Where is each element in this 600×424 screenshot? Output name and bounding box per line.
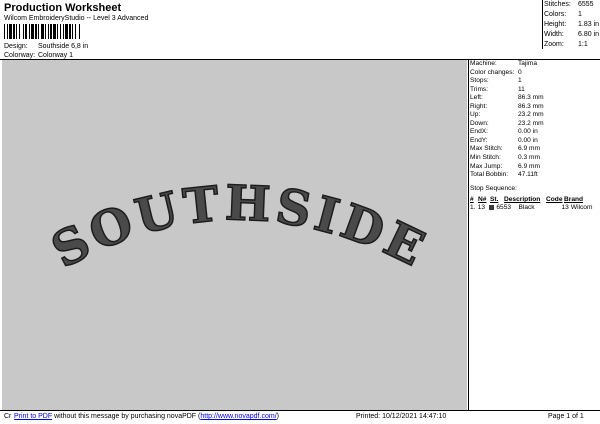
row-num: 1. [470,204,476,211]
param-value: 86.3 mm [518,102,544,110]
footer-suffix: ) [276,413,279,420]
design-label: Design: [4,43,28,50]
footer-divider [0,410,600,411]
col-header: # [470,196,474,203]
param-row: Total Bobbin: 47.11ft [470,171,598,180]
stat-value: 1.83 in [578,21,600,28]
footer: Cr Print to PDF without this message by … [0,412,600,424]
param-row: Left: 86.3 mm [470,94,598,103]
param-value: 47.11ft [518,171,538,179]
footer-prefix: Cr [4,413,12,420]
param-label: Max Stitch: [470,145,503,153]
stat-label: Stitches: [544,1,571,8]
stat-label: Colors: [544,11,567,18]
stop-sequence-header: # N# St. Description Code Brand [470,196,598,203]
param-row: Min Stitch: 0.3 mm [470,154,598,163]
param-label: Trims: [470,85,489,93]
stats-divider [542,0,543,49]
row-stitches: 6553 [496,204,512,211]
row-description: Black [518,204,535,211]
param-row: Max Stitch: 6.9 mm [470,145,598,154]
print-to-pdf-link[interactable]: Print to PDF [14,413,52,420]
param-label: Stops: [470,77,489,85]
params-panel: Machine: Tajima Color changes: 0 Stops: 1 Trim… [470,60,598,180]
stat-label: Height: [544,21,567,28]
param-row: Down: 23.2 mm [470,120,598,129]
param-label: Color changes: [470,68,515,76]
stat-row: Height: 1.83 in [544,20,599,30]
stats-panel: Stitches: 6555 Colors: 1 Height: 1.83 in Wi… [544,0,599,50]
param-label: Right: [470,102,488,110]
param-value: 6.9 mm [518,145,540,153]
footer-middle: without this message by purchasing novaP… [52,413,201,420]
col-header: Brand [564,196,584,203]
stat-value: 6.80 in [578,31,600,38]
row-brand: Wilcom [570,204,593,211]
param-row: EndX: 0.00 in [470,128,598,137]
stat-row: Stitches: 6555 [544,0,599,10]
stat-value: 6555 [578,1,594,8]
stat-label: Width: [544,31,564,38]
param-row: Color changes: 0 [470,69,598,78]
param-value: Tajima [518,60,538,67]
param-value: 0 [518,68,522,76]
param-row: Stops: 1 [470,77,598,86]
param-row: Trims: 11 [470,86,598,95]
stat-value: 1:1 [578,41,588,48]
stat-row: Colors: 1 [544,10,599,20]
color-swatch [489,204,495,210]
colorway-value: Colorway 1 [38,52,74,59]
footer-message: Print to PDF without this message by pur… [14,413,279,420]
row-code: 13 [561,204,569,211]
param-row: Max Jump: 6.9 mm [470,163,598,172]
stat-label: Zoom: [544,41,564,48]
col-header: Code [546,196,563,203]
param-value: 0.3 mm [518,154,540,162]
barcode [4,24,129,39]
worksheet-title: Production Worksheet [4,2,122,14]
param-label: Down: [470,119,489,127]
stat-value: 1 [578,11,582,18]
param-row: Up: 23.2 mm [470,111,598,120]
param-row: EndY: 0.00 in [470,137,598,146]
col-header: St. [490,196,499,203]
param-label: Left: [470,94,483,102]
embroidery-text: SOUTHSIDE [43,175,436,279]
param-value: 11 [518,85,525,93]
stop-sequence-title: Stop Sequence: [470,185,517,192]
design-preview: SOUTHSIDE [2,60,467,410]
design-svg: SOUTHSIDE [42,175,436,281]
param-label: Total Bobbin: [470,171,509,179]
table-row: 1. 13 6553 Black 13 Wilcom [470,204,598,211]
param-value: 1 [518,77,522,85]
param-label: Machine: [470,60,497,67]
page-number: Page 1 of 1 [548,413,584,420]
param-value: 0.00 in [518,128,538,136]
param-label: EndX: [470,128,488,136]
row-needle: 13 [477,204,486,211]
col-header: N# [478,196,487,203]
param-label: EndY: [470,136,488,144]
param-value: 23.2 mm [518,119,544,127]
stat-row: Zoom: 1:1 [544,40,599,50]
colorway-label: Colorway: [4,52,36,59]
param-value: 6.9 mm [518,162,540,170]
stat-row: Width: 6.80 in [544,30,599,40]
design-value: Southside 6,8 in [38,43,89,50]
panel-divider [468,60,469,410]
printed-date: Printed: 10/12/2021 14:47:10 [356,413,447,420]
param-value: 23.2 mm [518,111,544,119]
param-value: 0.00 in [518,136,538,144]
novapdf-link[interactable]: http://www.novapdf.com/ [200,413,276,420]
param-row: Machine: Tajima [470,60,598,69]
col-header: Description [504,196,541,203]
param-value: 86.3 mm [518,94,544,102]
param-label: Min Stitch: [470,154,501,162]
param-label: Max Jump: [470,162,503,170]
param-row: Right: 86.3 mm [470,103,598,112]
software-subtitle: Wilcom EmbroideryStudio -- Level 3 Advan… [4,15,149,22]
param-label: Up: [470,111,481,119]
